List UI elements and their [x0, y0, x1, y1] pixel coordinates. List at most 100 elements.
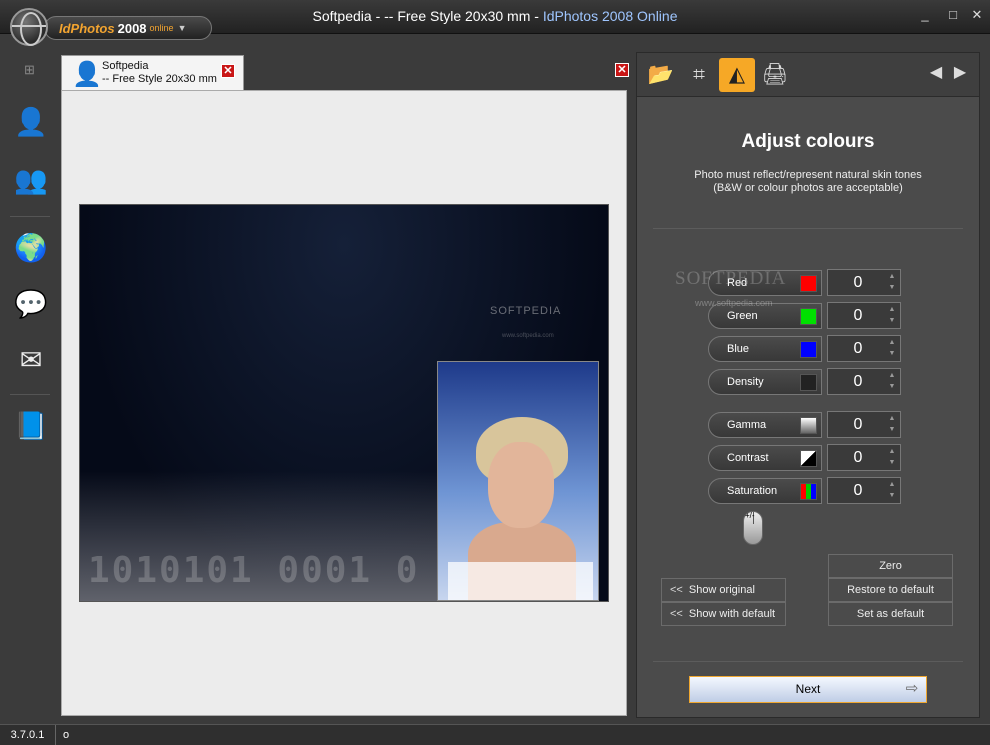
- logo-edition: online: [149, 23, 174, 33]
- tab-subtitle: -- Free Style 20x30 mm: [102, 73, 217, 85]
- value-text: 0: [853, 482, 863, 499]
- window-title-doc: Softpedia - -- Free Style 20x30 mm -: [312, 8, 543, 24]
- density-slider[interactable]: Density: [708, 369, 822, 395]
- contrast-slider[interactable]: Contrast: [708, 445, 822, 471]
- status-bar: 3.7.0.1 o: [0, 724, 990, 745]
- close-document-icon[interactable]: ✕: [615, 63, 629, 77]
- person-icon: 👤: [72, 61, 102, 88]
- gamma-swatch: [800, 417, 817, 434]
- tab-close-icon[interactable]: ✕: [221, 64, 235, 78]
- spin-down-icon[interactable]: ▼: [886, 382, 898, 392]
- version-label: 3.7.0.1: [0, 725, 56, 745]
- blue-value-input[interactable]: 0 ▲ ▼: [827, 335, 901, 362]
- show-original-button[interactable]: << Show original: [661, 578, 786, 602]
- toolbar-grip-icon[interactable]: ⊞: [24, 62, 35, 78]
- panel-note-line1: Photo must reflect/represent natural ski…: [694, 169, 922, 181]
- crop-icon[interactable]: ⌗: [681, 58, 717, 92]
- printer-icon[interactable]: 🖨: [757, 58, 793, 92]
- spin-up-icon[interactable]: ▲: [886, 272, 898, 282]
- left-toolbar: ⊞ 👤 👥 🌍 💬 ✉ 📘: [0, 34, 58, 724]
- panel-divider: [653, 228, 963, 229]
- logo-year: 2008: [117, 20, 147, 36]
- spin-up-icon[interactable]: ▲: [886, 305, 898, 315]
- saturation-swatch: [800, 483, 817, 500]
- next-button[interactable]: Next ⇨: [689, 676, 927, 703]
- preview-binary-text: 1010101 0001 0: [88, 550, 420, 591]
- set-default-button[interactable]: Set as default: [828, 602, 953, 626]
- green-value-input[interactable]: 0 ▲ ▼: [827, 302, 901, 329]
- document-tab[interactable]: 👤 Softpedia -- Free Style 20x30 mm ✕: [61, 55, 244, 91]
- back-arrow-icon[interactable]: ◀: [926, 63, 946, 83]
- chat-bubbles-icon[interactable]: 💬: [13, 286, 49, 322]
- gamma-value-input[interactable]: 0 ▲ ▼: [827, 411, 901, 438]
- slider-label: Gamma: [727, 419, 767, 431]
- minimize-button[interactable]: _: [916, 6, 934, 24]
- spin-down-icon[interactable]: ▼: [886, 425, 898, 435]
- value-text: 0: [853, 416, 863, 433]
- value-text: 0: [853, 274, 863, 291]
- panel-toolbar: 📂 ⌗ ◭ 🖨 ◀ ▶: [637, 53, 979, 97]
- red-value-input[interactable]: 0 ▲ ▼: [827, 269, 901, 296]
- status-message: o: [63, 729, 70, 741]
- button-label: Show with default: [688, 608, 776, 620]
- open-folder-icon[interactable]: 📂: [643, 58, 679, 92]
- value-text: 0: [853, 449, 863, 466]
- close-button[interactable]: ✕: [968, 6, 986, 24]
- tab-title: Softpedia: [102, 60, 149, 72]
- colour-prism-icon[interactable]: ◭: [719, 58, 755, 92]
- spin-up-icon[interactable]: ▲: [886, 480, 898, 490]
- preview-watermark-url: www.softpedia.com: [502, 333, 554, 339]
- maximize-button[interactable]: □: [944, 6, 962, 24]
- spin-up-icon[interactable]: ▲: [886, 371, 898, 381]
- toolbar-divider: [10, 394, 50, 395]
- saturation-value-input[interactable]: 0 ▲ ▼: [827, 477, 901, 504]
- green-swatch: [800, 308, 817, 325]
- slider-label: Density: [727, 376, 764, 388]
- adjust-colours-panel: 📂 ⌗ ◭ 🖨 ◀ ▶ Adjust colours Photo must re…: [636, 52, 980, 718]
- spin-down-icon[interactable]: ▼: [886, 283, 898, 293]
- person-icon[interactable]: 👤: [13, 104, 49, 140]
- softpedia-watermark-url: www.softpedia.com: [695, 298, 773, 308]
- restore-default-button[interactable]: Restore to default: [828, 578, 953, 602]
- slider-label: Contrast: [727, 452, 769, 464]
- book-icon[interactable]: 📘: [13, 408, 49, 444]
- blue-swatch: [800, 341, 817, 358]
- mouse-hint: +/-: [745, 511, 755, 520]
- spin-down-icon[interactable]: ▼: [886, 316, 898, 326]
- logo-app-name: IdPhotos: [59, 20, 115, 36]
- slider-label: Saturation: [727, 485, 778, 497]
- photo-preview[interactable]: 1010101 0001 0 SOFTPEDIA www.softpedia.c…: [79, 204, 609, 602]
- blue-slider[interactable]: Blue: [708, 336, 822, 362]
- forward-arrow-icon[interactable]: ▶: [950, 63, 970, 83]
- show-with-default-button[interactable]: << Show with default: [661, 602, 786, 626]
- spin-up-icon[interactable]: ▲: [886, 414, 898, 424]
- value-text: 0: [853, 307, 863, 324]
- value-text: 0: [853, 373, 863, 390]
- preview-watermark: SOFTPEDIA: [490, 305, 562, 317]
- zero-button[interactable]: Zero: [828, 554, 953, 578]
- window-title-app: IdPhotos 2008 Online: [542, 8, 678, 24]
- spin-down-icon[interactable]: ▼: [886, 349, 898, 359]
- panel-note-line2: (B&W or colour photos are acceptable): [713, 182, 903, 194]
- photo-sheet-icon[interactable]: 👥: [13, 162, 49, 198]
- next-arrow-icon: ⇨: [905, 680, 919, 697]
- contrast-value-input[interactable]: 0 ▲ ▼: [827, 444, 901, 471]
- portrait-photo[interactable]: [437, 361, 599, 601]
- globe-home-icon[interactable]: 🌍: [13, 230, 49, 266]
- mail-edit-icon[interactable]: ✉: [13, 342, 49, 378]
- panel-divider: [653, 661, 963, 662]
- app-menu-button[interactable]: IdPhotos 2008 online ▼: [44, 16, 212, 40]
- slider-label: Blue: [727, 343, 750, 355]
- app-logo-globe-icon[interactable]: [10, 8, 48, 46]
- portrait-face: [488, 442, 554, 528]
- double-chevron-left-icon: <<: [670, 608, 683, 620]
- spin-up-icon[interactable]: ▲: [886, 338, 898, 348]
- density-swatch: [800, 374, 817, 391]
- spin-down-icon[interactable]: ▼: [886, 458, 898, 468]
- density-value-input[interactable]: 0 ▲ ▼: [827, 368, 901, 395]
- gamma-slider[interactable]: Gamma: [708, 412, 822, 438]
- saturation-slider[interactable]: Saturation: [708, 478, 822, 504]
- portrait-shirt: [448, 562, 593, 600]
- spin-down-icon[interactable]: ▼: [886, 491, 898, 501]
- spin-up-icon[interactable]: ▲: [886, 447, 898, 457]
